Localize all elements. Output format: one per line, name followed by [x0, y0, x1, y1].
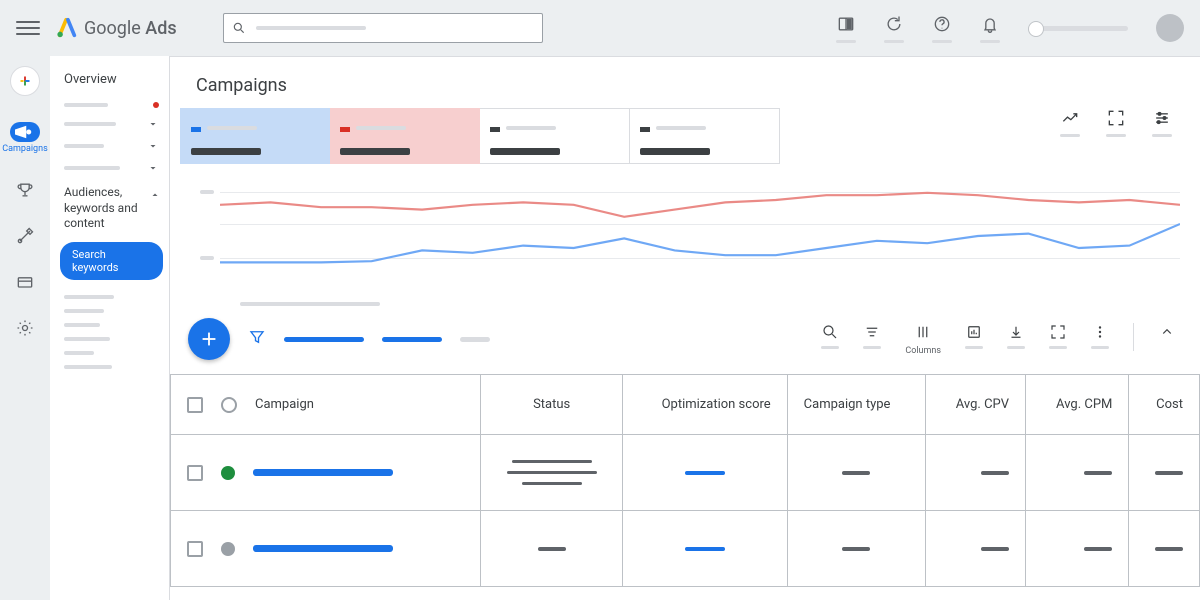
- row-checkbox[interactable]: [187, 465, 203, 481]
- nav-audiences-keywords-content[interactable]: Audiences, keywords and content: [50, 179, 169, 238]
- chevron-up-icon: [149, 189, 161, 201]
- campaign-name-link[interactable]: [253, 545, 393, 552]
- fullscreen-button[interactable]: [1049, 323, 1067, 349]
- status-enabled-icon: [221, 466, 235, 480]
- col-status[interactable]: Status: [481, 375, 623, 435]
- opt-score-link[interactable]: [685, 547, 725, 551]
- refresh-icon[interactable]: [884, 14, 904, 43]
- nav-search-keywords[interactable]: Search keywords: [60, 242, 163, 280]
- columns-button[interactable]: Columns: [905, 323, 941, 356]
- google-ads-logo-icon: [56, 17, 78, 39]
- row-checkbox[interactable]: [187, 541, 203, 557]
- nav-item[interactable]: [50, 290, 169, 304]
- select-all-checkbox[interactable]: [187, 397, 203, 413]
- opt-score-link[interactable]: [685, 471, 725, 475]
- scorecard-1[interactable]: [180, 108, 330, 164]
- appearance-icon[interactable]: [836, 14, 856, 43]
- tools-icon[interactable]: [15, 226, 35, 246]
- add-filter[interactable]: [460, 337, 490, 342]
- logo-text: Google Ads: [84, 18, 177, 39]
- col-avg-cpm[interactable]: Avg. CPM: [1026, 375, 1129, 435]
- col-avg-cpv[interactable]: Avg. CPV: [926, 375, 1026, 435]
- col-cost[interactable]: Cost: [1129, 375, 1200, 435]
- expand-button[interactable]: [1106, 108, 1126, 137]
- notifications-icon[interactable]: [980, 14, 1000, 43]
- logo[interactable]: Google Ads: [56, 17, 177, 39]
- scorecard-4[interactable]: [630, 108, 780, 164]
- status-paused-icon: [221, 542, 235, 556]
- filter-icon[interactable]: [248, 328, 266, 350]
- segment-button[interactable]: [863, 323, 881, 349]
- nav-item[interactable]: [50, 157, 169, 179]
- nav-item[interactable]: [50, 97, 169, 113]
- nav-item[interactable]: [50, 360, 169, 374]
- menu-icon[interactable]: [16, 16, 40, 40]
- chevron-down-icon: [147, 118, 159, 130]
- scorecard-2[interactable]: [330, 108, 480, 164]
- nav-item[interactable]: [50, 135, 169, 157]
- col-campaign[interactable]: Campaign: [255, 397, 314, 412]
- collapse-button[interactable]: [1158, 323, 1176, 341]
- timeseries-chart[interactable]: [200, 176, 1180, 296]
- download-button[interactable]: [1007, 323, 1025, 349]
- chevron-down-icon: [147, 140, 159, 152]
- col-opt-score[interactable]: Optimization score: [623, 375, 787, 435]
- settings-icon[interactable]: [15, 318, 35, 338]
- col-campaign-type[interactable]: Campaign type: [787, 375, 926, 435]
- megaphone-icon: [10, 117, 40, 147]
- nav-overview[interactable]: Overview: [50, 68, 169, 97]
- account-switcher[interactable]: [1028, 26, 1128, 31]
- page-title: Campaigns: [170, 57, 1200, 108]
- campaign-name-link[interactable]: [253, 469, 393, 476]
- new-campaign-button[interactable]: [188, 318, 230, 360]
- table-search-button[interactable]: [821, 323, 839, 349]
- table-row[interactable]: [171, 511, 1200, 587]
- nav-item[interactable]: [50, 113, 169, 135]
- nav-item[interactable]: [50, 318, 169, 332]
- avatar[interactable]: [1156, 14, 1184, 42]
- global-search-input[interactable]: [223, 13, 543, 43]
- filter-chip[interactable]: [382, 337, 442, 342]
- nav-campaigns[interactable]: Campaigns: [2, 122, 47, 154]
- trophy-icon[interactable]: [15, 180, 35, 200]
- nav-campaigns-label: Campaigns: [2, 144, 47, 154]
- create-button[interactable]: [10, 66, 40, 96]
- adjust-button[interactable]: [1152, 108, 1172, 137]
- billing-icon[interactable]: [15, 272, 35, 292]
- nav-item[interactable]: [50, 346, 169, 360]
- help-icon[interactable]: [932, 14, 952, 43]
- filter-chip[interactable]: [284, 337, 364, 342]
- chevron-down-icon: [147, 162, 159, 174]
- search-icon: [232, 21, 246, 35]
- nav-item[interactable]: [50, 332, 169, 346]
- status-filter[interactable]: [221, 397, 237, 413]
- scorecard-3[interactable]: [480, 108, 630, 164]
- nav-item[interactable]: [50, 304, 169, 318]
- reports-button[interactable]: [965, 323, 983, 349]
- table-row[interactable]: [171, 435, 1200, 511]
- chart-type-button[interactable]: [1060, 108, 1080, 137]
- campaigns-table: Campaign Status Optimization score Campa…: [170, 374, 1200, 587]
- more-button[interactable]: [1091, 323, 1109, 349]
